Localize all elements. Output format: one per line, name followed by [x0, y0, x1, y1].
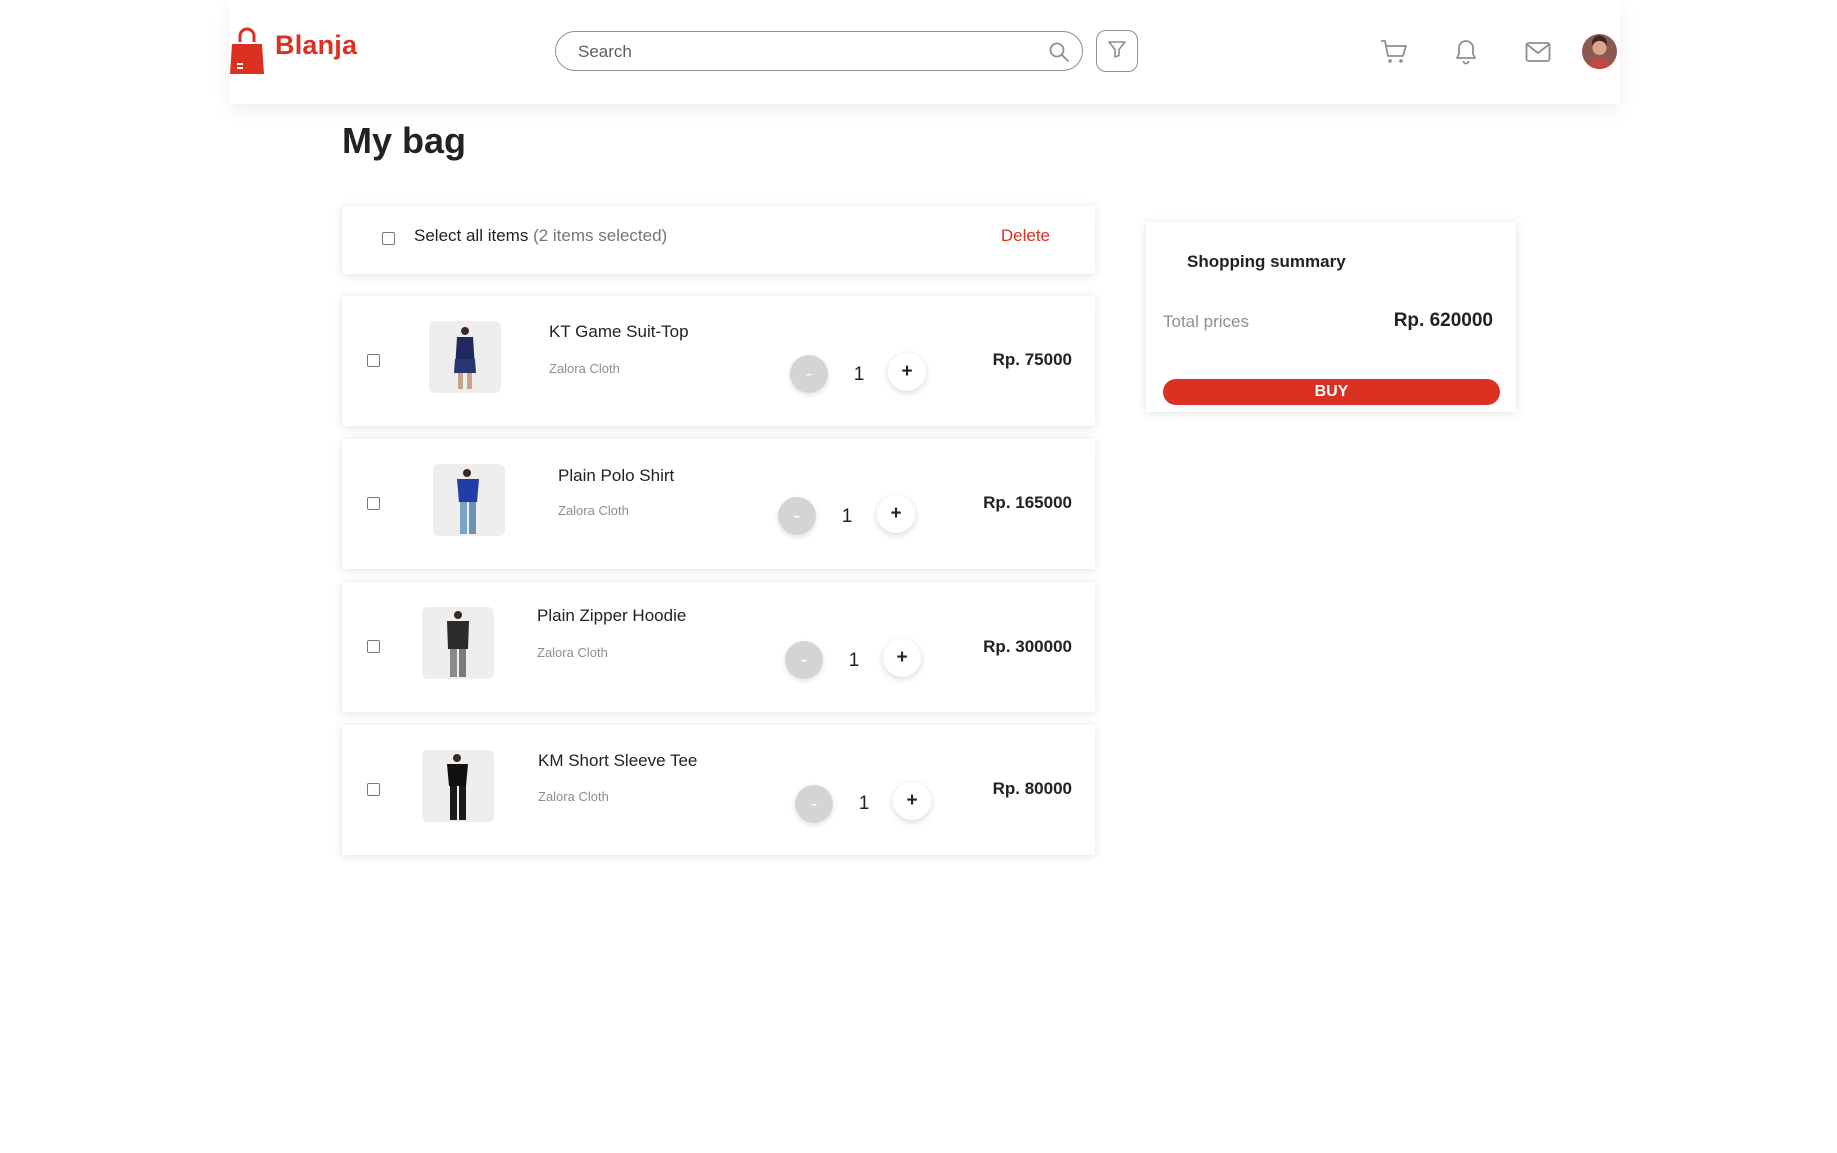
item-quantity: 1: [848, 650, 860, 671]
avatar[interactable]: [1582, 34, 1617, 69]
item-name[interactable]: Plain Polo Shirt: [558, 466, 674, 486]
item-price: Rp. 80000: [992, 779, 1072, 798]
product-image: [422, 750, 494, 822]
bell-icon[interactable]: [1451, 37, 1481, 67]
item-quantity: 1: [853, 364, 865, 385]
item-name[interactable]: KM Short Sleeve Tee: [538, 751, 697, 771]
select-all-checkbox[interactable]: [382, 232, 395, 245]
cart-item: KT Game Suit-Top Zalora Cloth - 1 + Rp. …: [342, 296, 1095, 426]
mail-icon[interactable]: [1523, 37, 1553, 67]
decrease-quantity-button[interactable]: -: [795, 785, 833, 823]
cart-item: Plain Polo Shirt Zalora Cloth - 1 + Rp. …: [342, 439, 1095, 569]
increase-quantity-button[interactable]: +: [883, 639, 921, 677]
summary-title: Shopping summary: [1187, 252, 1346, 271]
item-checkbox[interactable]: [367, 640, 380, 653]
top-navbar: Blanja: [229, 0, 1620, 104]
total-prices-value: Rp. 620000: [1393, 310, 1493, 331]
select-all-bar: Select all items (2 items selected) Dele…: [342, 206, 1095, 274]
increase-quantity-button[interactable]: +: [877, 495, 915, 533]
filter-button[interactable]: [1096, 30, 1138, 72]
brand-logo[interactable]: Blanja: [229, 26, 357, 76]
product-image: [433, 464, 505, 536]
item-name[interactable]: Plain Zipper Hoodie: [537, 606, 686, 626]
decrease-quantity-button[interactable]: -: [790, 355, 828, 393]
shopping-bag-logo-icon: [229, 26, 265, 76]
decrease-quantity-button[interactable]: -: [785, 641, 823, 679]
item-checkbox[interactable]: [367, 783, 380, 796]
search-input[interactable]: [576, 32, 1020, 71]
search-icon[interactable]: [1048, 41, 1070, 63]
product-image: [429, 321, 501, 393]
select-all-text: Select all items: [414, 226, 529, 245]
cart-item: Plain Zipper Hoodie Zalora Cloth - 1 + R…: [342, 582, 1095, 712]
selected-count: (2 items selected): [533, 226, 668, 245]
total-prices-label: Total prices: [1163, 312, 1249, 331]
item-store: Zalora Cloth: [537, 645, 608, 660]
cart-icon[interactable]: [1379, 37, 1409, 67]
item-store: Zalora Cloth: [538, 789, 609, 804]
item-price: Rp. 75000: [992, 350, 1072, 369]
brand-name: Blanja: [275, 30, 358, 60]
item-price: Rp. 300000: [983, 637, 1072, 656]
item-name[interactable]: KT Game Suit-Top: [549, 322, 689, 342]
item-quantity: 1: [841, 506, 853, 527]
item-store: Zalora Cloth: [558, 503, 629, 518]
increase-quantity-button[interactable]: +: [888, 353, 926, 391]
select-all-label: Select all items (2 items selected): [414, 226, 667, 246]
delete-button[interactable]: Delete: [1001, 226, 1050, 246]
search-box: [555, 31, 1083, 71]
item-quantity: 1: [858, 793, 870, 814]
item-store: Zalora Cloth: [549, 361, 620, 376]
item-checkbox[interactable]: [367, 354, 380, 367]
decrease-quantity-button[interactable]: -: [778, 497, 816, 535]
shopping-summary: Shopping summary Total prices Rp. 620000…: [1146, 222, 1516, 412]
increase-quantity-button[interactable]: +: [893, 782, 931, 820]
item-checkbox[interactable]: [367, 497, 380, 510]
page-title: My bag: [342, 120, 467, 161]
item-price: Rp. 165000: [983, 493, 1072, 512]
buy-button[interactable]: BUY: [1163, 379, 1500, 405]
product-image: [422, 607, 494, 679]
filter-icon: [1107, 39, 1127, 64]
cart-item: KM Short Sleeve Tee Zalora Cloth - 1 + R…: [342, 725, 1095, 855]
